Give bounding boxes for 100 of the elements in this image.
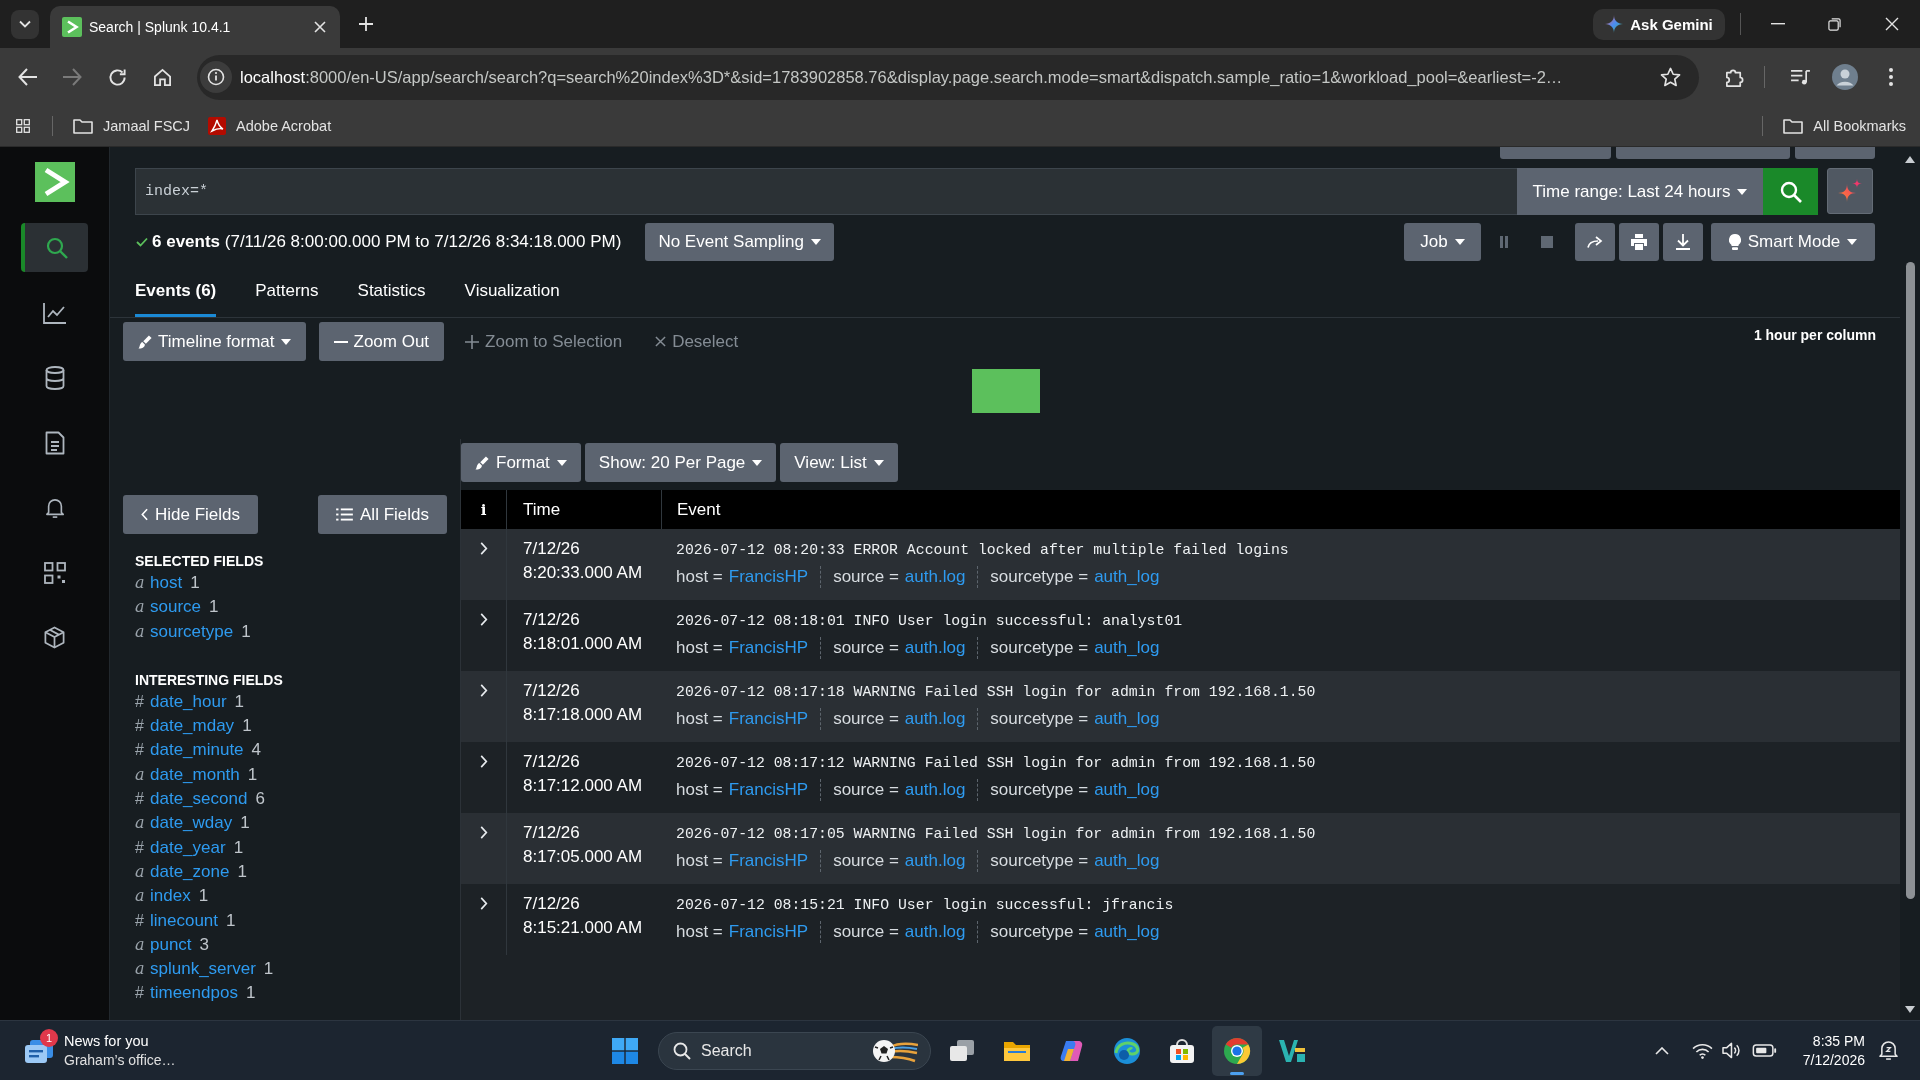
address-bar[interactable]: localhost:8000/en-US/app/search/search?q=search%20index%3D*&sid=1783902858.76&display.page.search.mode=smart&dispatch.sample_ratio=1&workload_pool=&earliest=-2… [197,54,1699,100]
field-name-link[interactable]: index [150,884,191,909]
bell-icon[interactable] [44,496,65,519]
cube-icon[interactable] [43,626,66,649]
format-button[interactable]: Format [461,443,581,482]
field-name-link[interactable]: date_zone [150,859,230,885]
browser-tab[interactable]: Search | Splunk 10.4.1 [50,6,340,48]
field-value-link[interactable]: auth_log [1094,567,1160,587]
news-title[interactable]: News for you [64,1031,176,1051]
search-query-field[interactable]: index=* [135,168,1517,215]
field-name-link[interactable]: date_wday [150,811,233,836]
bell-icon[interactable] [1879,1040,1898,1061]
field-value-link[interactable]: auth_log [1094,851,1160,871]
field-name-link[interactable]: date_month [150,762,240,788]
wifi-icon[interactable] [1691,1042,1713,1059]
field-value-link[interactable]: FrancisHP [728,709,809,729]
field-name-link[interactable]: host [150,571,183,596]
plus-icon[interactable] [358,16,374,32]
taskbar-app-button[interactable] [1212,1025,1262,1076]
expand-chevron-icon[interactable] [479,684,488,697]
line-chart-icon[interactable] [42,301,67,324]
field-value-link[interactable]: auth.log [904,567,966,587]
search-mode-button[interactable]: Smart Mode [1711,223,1875,261]
ask-gemini-button[interactable]: Ask Gemini [1593,8,1725,40]
field-value-link[interactable]: FrancisHP [728,638,809,658]
expand-chevron-icon[interactable] [479,755,488,768]
apps-grid-icon[interactable] [43,561,66,584]
download-button[interactable] [1663,223,1703,261]
expand-chevron-icon[interactable] [479,897,488,910]
hide-fields-button[interactable]: Hide Fields [123,495,258,534]
field-value-link[interactable]: auth.log [904,780,966,800]
field-name-link[interactable]: sourcetype [150,619,234,644]
all-fields-button[interactable]: All Fields [318,495,447,534]
windows-start-icon[interactable] [612,1037,638,1064]
results-tab[interactable]: Patterns [255,270,319,317]
results-tab[interactable]: Events (6) [135,270,217,317]
field-name-link[interactable]: date_mday [150,714,235,739]
clock-date[interactable]: 7/12/2026 [1802,1050,1865,1070]
scroll-down-arrow-icon[interactable] [1905,1006,1915,1013]
bookmark-link[interactable]: Jamaal FSCJ [73,118,191,134]
field-name-link[interactable]: linecount [150,908,219,933]
field-name-link[interactable]: punct [150,932,192,958]
logo[interactable] [34,162,75,202]
view-mode-button[interactable]: View: List [780,443,898,482]
home-icon[interactable] [153,67,172,87]
search-nav-item[interactable] [21,223,88,272]
results-tab[interactable]: Visualization [464,270,560,317]
field-name-link[interactable]: date_second [150,787,248,812]
expand-chevron-icon[interactable] [479,613,488,626]
expand-chevron-icon[interactable] [479,826,488,839]
field-value-link[interactable]: auth_log [1094,638,1160,658]
field-name-link[interactable]: splunk_server [150,957,256,982]
field-value-link[interactable]: auth.log [904,922,966,942]
field-name-link[interactable]: date_year [150,835,226,860]
bookmark-link[interactable]: Adobe Acrobat [208,117,332,135]
taskbar-search-button[interactable]: Search [658,1031,931,1070]
expand-chevron-icon[interactable] [479,542,488,555]
field-value-link[interactable]: FrancisHP [728,780,809,800]
restore-icon[interactable] [1828,17,1841,31]
field-name-link[interactable]: date_minute [150,738,244,763]
info-icon[interactable] [200,61,232,93]
speaker-icon[interactable] [1721,1042,1741,1059]
apps-grid-icon[interactable] [16,119,30,133]
close-icon[interactable] [1884,17,1899,31]
close-icon[interactable] [314,21,326,33]
search-button[interactable] [1763,168,1818,215]
sampling-dropdown[interactable]: No Event Sampling [645,223,834,261]
field-value-link[interactable]: FrancisHP [728,922,809,942]
job-menu-button[interactable]: Job [1404,223,1481,261]
scroll-up-arrow-icon[interactable] [1905,156,1915,163]
document-icon[interactable] [44,430,65,455]
field-value-link[interactable]: FrancisHP [728,851,809,871]
share-button[interactable] [1575,223,1615,261]
field-name-link[interactable]: timeendpos [150,981,238,1006]
tab-list-button[interactable] [11,9,39,39]
results-tab[interactable]: Statistics [357,270,426,317]
back-arrow-icon[interactable] [18,68,38,86]
clock-time[interactable]: 8:35 PM [1812,1031,1865,1051]
field-value-link[interactable]: auth.log [904,709,966,729]
star-icon[interactable] [1660,66,1681,88]
bookmark-link[interactable]: All Bookmarks [1783,118,1906,134]
time-range-picker[interactable]: Time range: Last 24 hours [1517,168,1763,215]
scrollbar-thumb[interactable] [1905,262,1915,899]
chevron-up-icon[interactable] [1654,1046,1669,1055]
field-name-link[interactable]: date_hour [150,689,227,715]
page-size-button[interactable]: Show: 20 Per Page [584,443,777,482]
print-button[interactable] [1619,223,1659,261]
field-value-link[interactable]: auth_log [1094,709,1160,729]
avatar-icon[interactable] [1832,64,1858,90]
field-value-link[interactable]: FrancisHP [728,567,809,587]
timeline-format-button[interactable]: Timeline format [123,322,306,361]
more-options-icon[interactable] [1889,68,1893,86]
playlist-music-icon[interactable] [1790,68,1811,86]
field-name-link[interactable]: source [150,595,202,620]
battery-icon[interactable] [1751,1044,1777,1057]
zoom-out-button[interactable]: Zoom Out [318,322,445,361]
database-icon[interactable] [44,365,65,390]
field-value-link[interactable]: auth.log [904,851,966,871]
field-value-link[interactable]: auth.log [904,638,966,658]
field-value-link[interactable]: auth_log [1094,922,1160,942]
